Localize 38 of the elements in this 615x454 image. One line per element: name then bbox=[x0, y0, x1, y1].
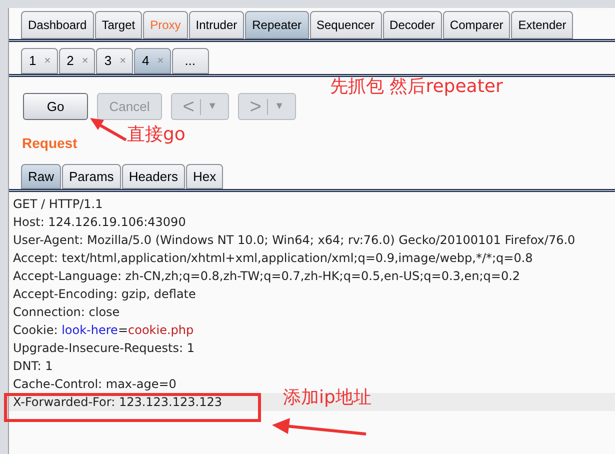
tab[interactable]: Extender bbox=[511, 11, 574, 39]
annotation-text: 先抓包 然后repeater bbox=[330, 78, 503, 96]
annotation-text: 直接go bbox=[127, 126, 186, 144]
request-line: Cache-Control: max-age=0 bbox=[12, 376, 178, 393]
tab[interactable]: Params bbox=[62, 164, 121, 189]
annotation-text: 添加ip地址 bbox=[283, 389, 372, 407]
request-line: Accept-Language: zh-CN,zh;q=0.8,zh-TW;q=0.7,zh-HK;q=0.5,en-US;q=0.3,en;q=0.2 bbox=[12, 268, 522, 285]
tab[interactable]: Target bbox=[94, 11, 142, 39]
arrow-annotation bbox=[90, 118, 128, 142]
tab[interactable]: 3 × bbox=[96, 48, 134, 74]
go-button[interactable]: Go bbox=[23, 93, 88, 120]
tab[interactable]: 1 × bbox=[21, 48, 58, 74]
request-line: GET / HTTP/1.1 bbox=[12, 196, 104, 213]
request-line: User-Agent: Mozilla/5.0 (Windows NT 10.0; Win64; x64; rv:76.0) Gecko/20100101 Firefox/76.0 bbox=[12, 232, 576, 249]
tab-label[interactable]: 2 bbox=[66, 51, 74, 71]
tab[interactable]: Raw bbox=[21, 164, 62, 189]
tab[interactable]: Decoder bbox=[382, 11, 442, 39]
tab[interactable]: Comparer bbox=[442, 11, 510, 39]
tab-label[interactable]: 4 bbox=[142, 51, 150, 71]
request-line: Connection: close bbox=[12, 304, 121, 321]
section-title: Request bbox=[22, 135, 78, 151]
request-line: Cookie: look-here=cookie.php bbox=[12, 322, 195, 339]
request-line: DNT: 1 bbox=[12, 358, 54, 375]
tab[interactable]: Dashboard bbox=[21, 11, 94, 39]
tab[interactable]: Headers bbox=[122, 164, 185, 189]
tab[interactable]: Repeater bbox=[245, 11, 308, 39]
request-line: Host: 124.126.19.106:43090 bbox=[12, 214, 187, 231]
tab[interactable]: 4 × bbox=[134, 48, 171, 74]
tab[interactable]: 2 × bbox=[58, 48, 96, 74]
request-line: Accept: text/html,application/xhtml+xml,application/xml;q=0.9,image/webp,*/*;q=0.8 bbox=[12, 250, 534, 267]
tab-label[interactable]: 1 bbox=[29, 51, 36, 71]
tab[interactable]: ... bbox=[172, 48, 209, 74]
tab-label[interactable]: 3 bbox=[104, 51, 112, 71]
tab[interactable]: Hex bbox=[186, 164, 224, 189]
tab[interactable]: Sequencer bbox=[310, 11, 382, 39]
request-line: Upgrade-Insecure-Requests: 1 bbox=[12, 340, 196, 357]
tab[interactable]: Intruder bbox=[188, 11, 244, 39]
request-line: Accept-Encoding: gzip, deflate bbox=[12, 286, 197, 303]
